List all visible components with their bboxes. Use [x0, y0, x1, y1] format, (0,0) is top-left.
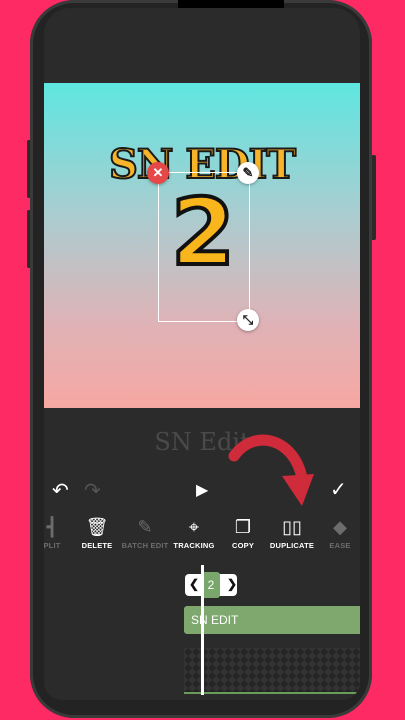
playhead[interactable]: [201, 565, 204, 695]
